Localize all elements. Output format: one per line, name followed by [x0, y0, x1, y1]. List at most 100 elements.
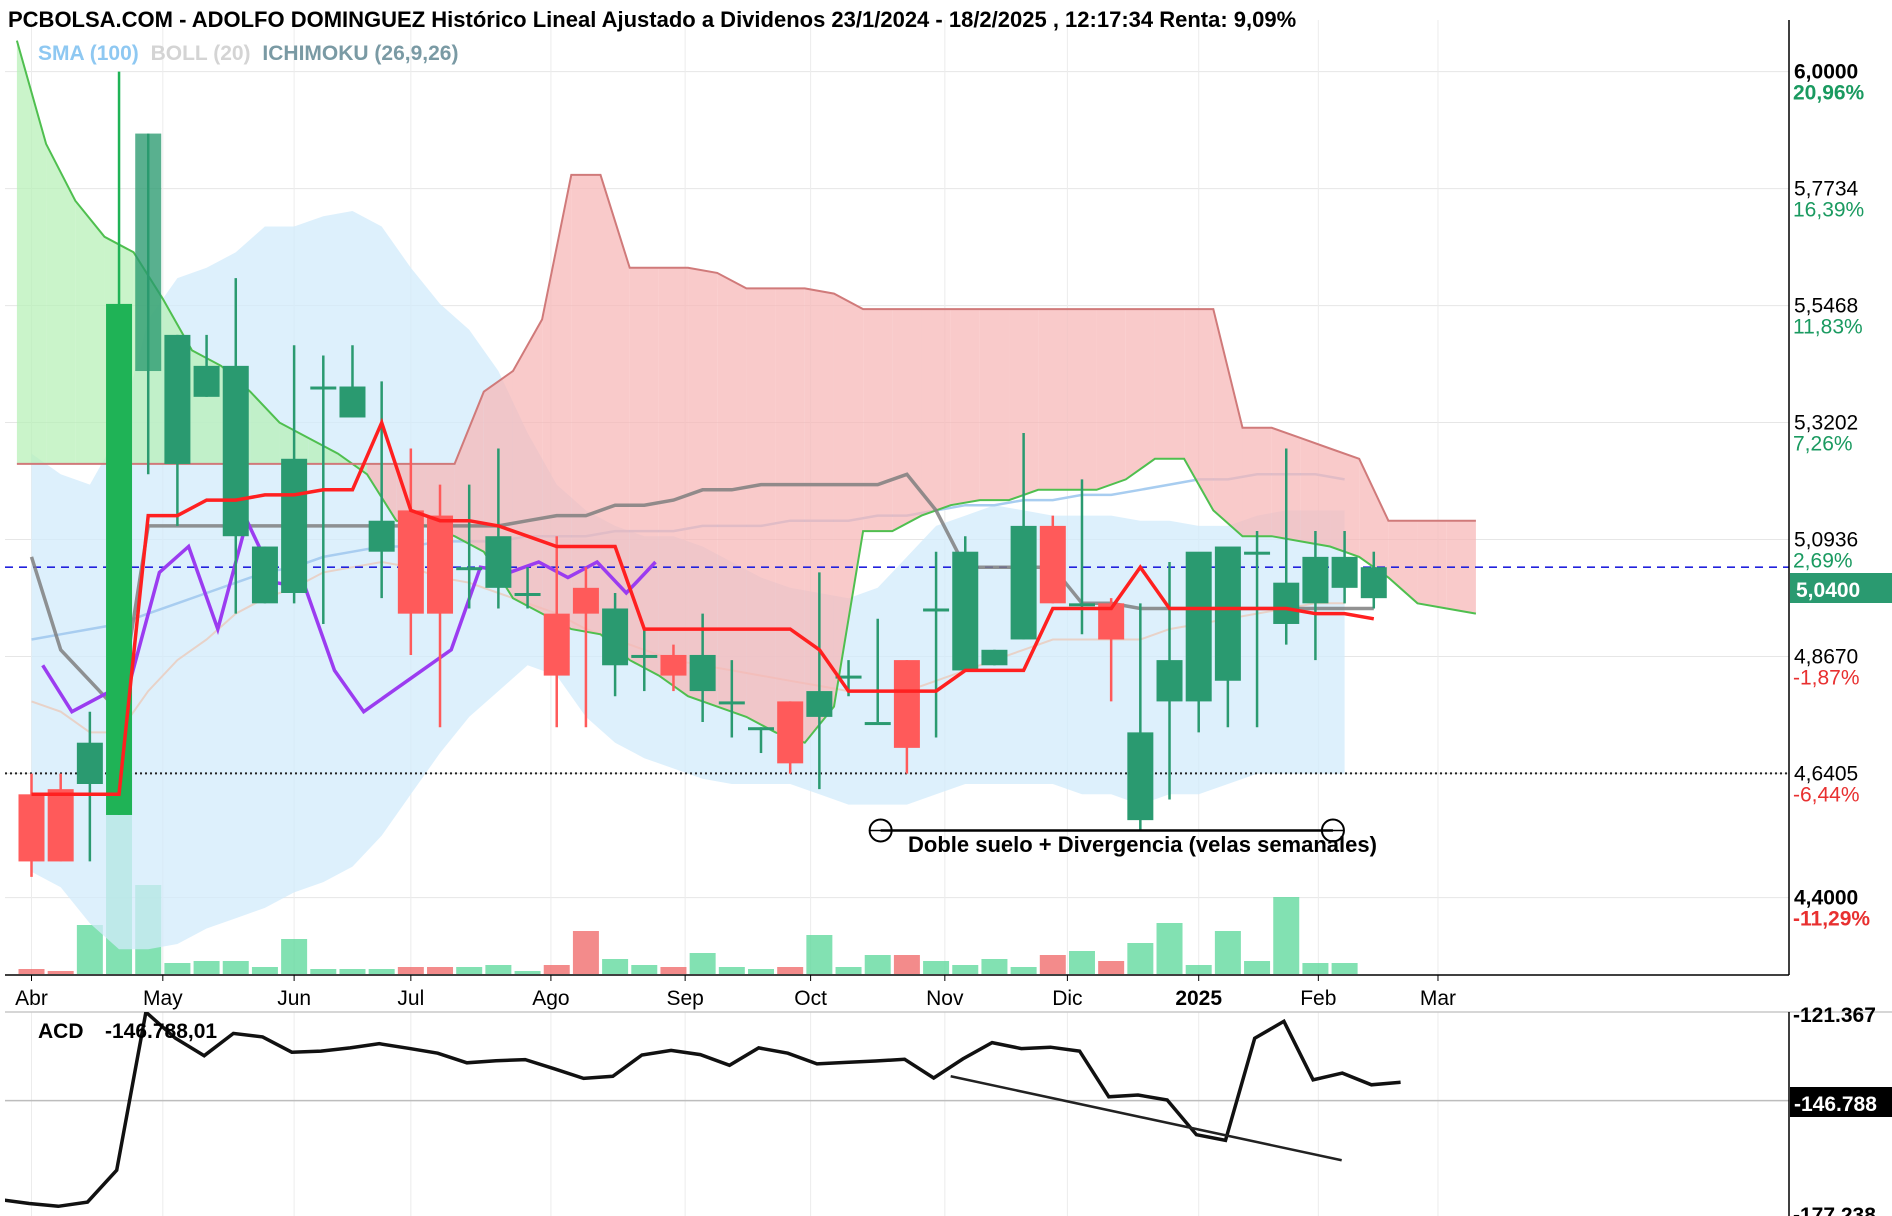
volume-bar — [602, 959, 629, 974]
candle-body — [689, 654, 716, 692]
volume-bar — [397, 967, 424, 974]
volume-bar — [893, 955, 920, 974]
kumo-segment — [1154, 309, 1185, 459]
y-tick-label: 5,7734 — [1794, 178, 1859, 201]
y-tick-label: 4,4000 — [1794, 887, 1858, 910]
volume-bar — [952, 965, 979, 974]
y-tick-percent: 2,69% — [1793, 550, 1853, 573]
candle-body — [427, 515, 454, 614]
acd-badge: -146.788 — [1790, 1087, 1892, 1117]
volume-bar — [718, 967, 745, 974]
acd-axis-top: -121.367 — [1793, 1004, 1876, 1027]
legend-ichimoku: ICHIMOKU (26,9,26) — [262, 42, 458, 65]
volume-bar — [1244, 961, 1271, 974]
y-tick-label: 5,5468 — [1794, 295, 1858, 318]
candle-body — [1273, 582, 1300, 624]
chart-title: PCBOLSA.COM - ADOLFO DOMINGUEZ Histórico… — [8, 7, 1296, 32]
annotation-text: Doble suelo + Divergencia (velas semanal… — [908, 832, 1377, 857]
x-tick-label: Ago — [532, 987, 569, 1010]
volume-bar — [164, 963, 191, 974]
kumo-segment — [1067, 309, 1097, 490]
volume-bar — [427, 967, 454, 974]
acd-badge-label: -146.788 — [1794, 1093, 1877, 1116]
volume-bar — [1214, 931, 1241, 974]
candle-body — [310, 386, 337, 390]
x-tick-label: 2025 — [1175, 987, 1222, 1010]
candle-body — [164, 334, 191, 464]
kumo-segment — [658, 267, 689, 697]
volume-bar — [456, 967, 483, 974]
kumo-segment — [1038, 309, 1068, 490]
candle-body — [135, 133, 162, 372]
kumo-segment — [892, 309, 922, 532]
x-tick-label: Sep — [666, 987, 703, 1010]
volume-bar — [1331, 963, 1358, 974]
candle-body — [1039, 525, 1066, 604]
x-tick-label: Jun — [277, 987, 311, 1010]
kumo-segment — [775, 288, 805, 743]
kumo-segment — [1096, 309, 1126, 490]
kumo-segment — [979, 309, 1010, 501]
volume-bar — [1068, 951, 1095, 974]
volume-bar — [543, 965, 570, 974]
volume-bar — [485, 965, 512, 974]
candle-body — [514, 593, 541, 596]
kumo-segment — [1300, 438, 1331, 547]
y-tick-label: 4,6405 — [1794, 762, 1858, 785]
candle-body — [981, 649, 1008, 666]
kumo-segment — [1125, 309, 1155, 480]
kumo-segment — [921, 309, 951, 516]
candle-body — [76, 742, 103, 784]
volume-bar — [1273, 897, 1300, 974]
candle-body — [952, 551, 979, 671]
candle-body — [1010, 525, 1037, 640]
volume-bar — [1039, 955, 1066, 974]
y-tick-percent: 16,39% — [1793, 199, 1864, 222]
candle-body — [572, 587, 599, 614]
volume-bar — [864, 955, 891, 974]
volume-bar — [981, 959, 1008, 974]
volume-bar — [76, 925, 103, 974]
acd-axis-bottom: -177.238 — [1793, 1204, 1876, 1216]
candle-body — [368, 520, 395, 552]
candle-body — [1360, 567, 1387, 599]
volume-bar — [281, 939, 308, 974]
kumo-segment — [75, 200, 105, 464]
candle-body — [1302, 556, 1329, 604]
stock-chart: PCBOLSA.COM - ADOLFO DOMINGUEZ Histórico… — [0, 0, 1892, 1216]
volume-bar — [660, 967, 687, 974]
volume-bar — [1302, 963, 1329, 974]
candle-body — [660, 654, 687, 676]
x-tick-label: Mar — [1420, 987, 1456, 1010]
kumo-segment — [863, 309, 893, 532]
kumo-segment — [746, 288, 776, 733]
acd-value: -146.788,01 — [105, 1020, 217, 1043]
volume-bar — [631, 965, 658, 974]
candle-body — [543, 613, 570, 676]
volume-bar — [1185, 965, 1212, 974]
volume-bar — [923, 961, 950, 974]
x-tick-label: Nov — [926, 987, 964, 1010]
kumo-segment — [629, 267, 659, 676]
candle-body — [485, 536, 512, 588]
candle-body — [1068, 603, 1095, 607]
volume-bar — [1127, 943, 1154, 974]
candle-body — [18, 794, 45, 862]
indicator-legend: SMA (100) BOLL (20) ICHIMOKU (26,9,26) — [38, 42, 458, 65]
volume-bar — [1010, 967, 1037, 974]
candle-body — [1331, 556, 1358, 588]
candle-body — [1244, 551, 1271, 555]
x-tick-label: Feb — [1300, 987, 1336, 1010]
y-tick-percent: -6,44% — [1793, 783, 1860, 806]
kumo-segment — [717, 272, 747, 717]
candle-body — [222, 365, 249, 537]
last-price-label: 5,0400 — [1796, 579, 1860, 602]
volume-bar — [835, 967, 862, 974]
candle-body — [777, 701, 804, 764]
volume-bar — [572, 931, 599, 974]
acd-label: ACD — [38, 1020, 84, 1043]
candle-body — [718, 701, 745, 705]
candle-body — [748, 727, 774, 731]
legend-boll: BOLL (20) — [151, 42, 251, 65]
y-tick-label: 5,3202 — [1794, 412, 1858, 435]
